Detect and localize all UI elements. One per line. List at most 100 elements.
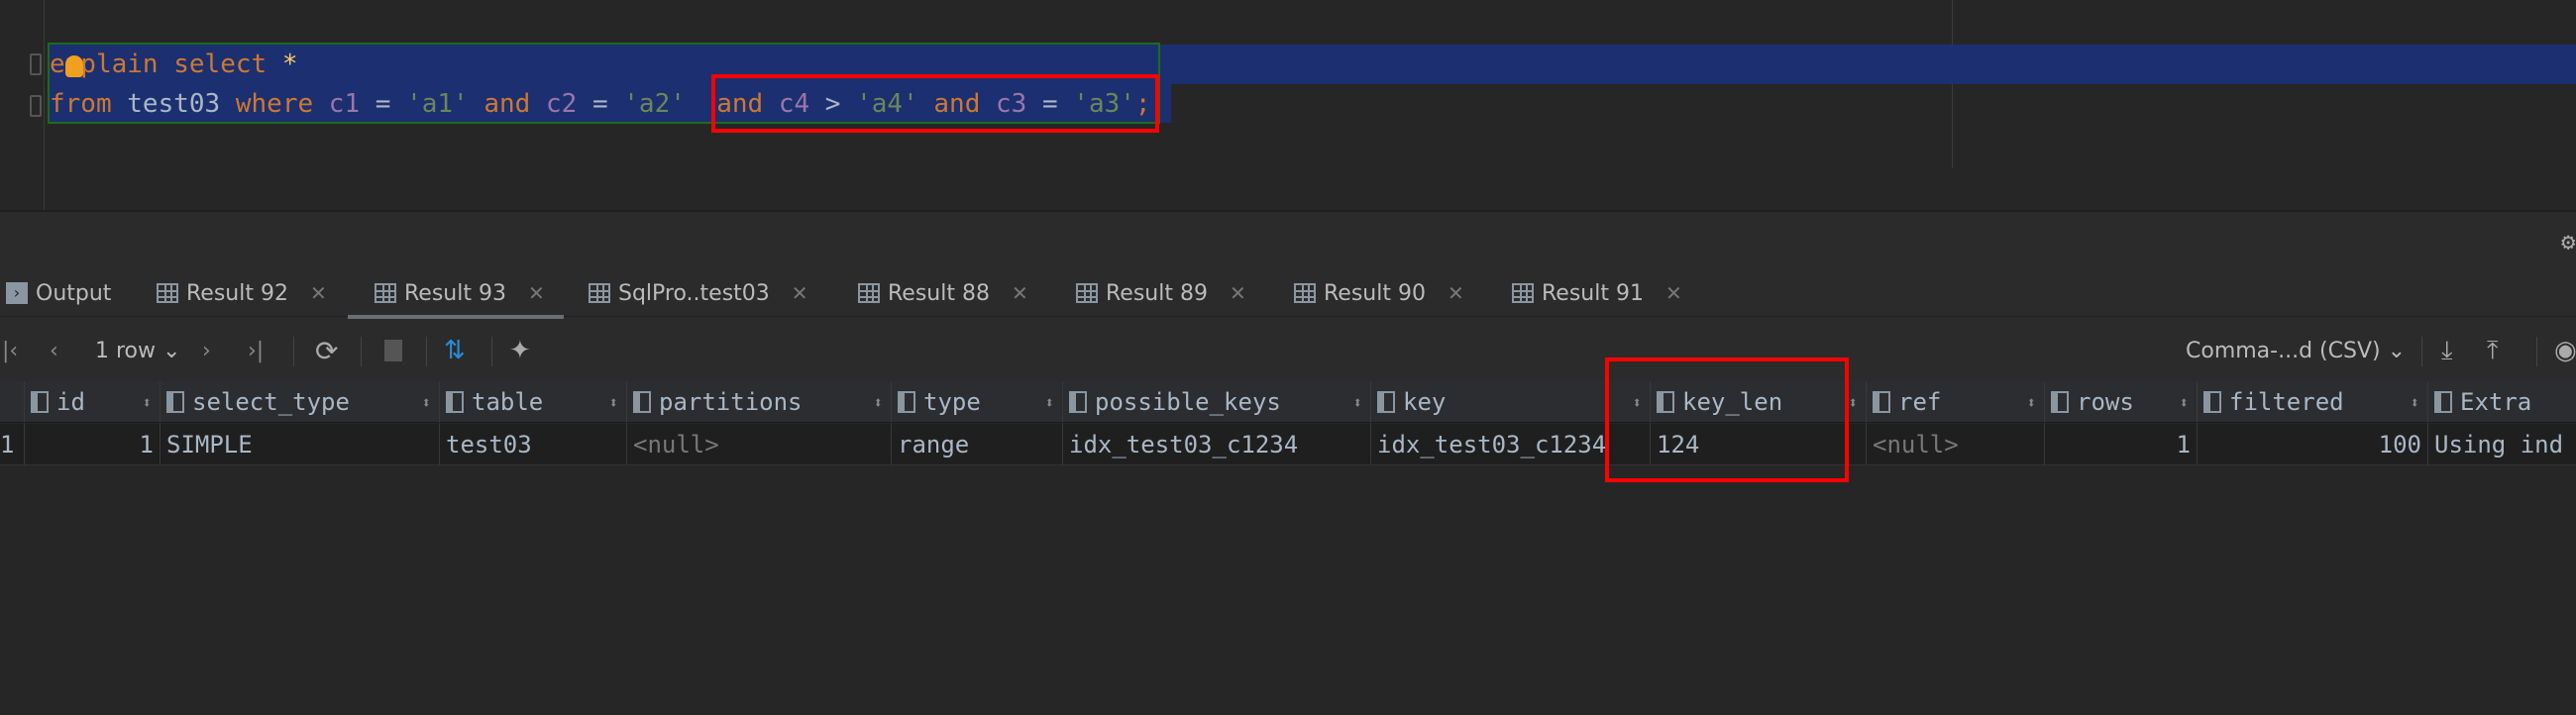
tab-result-91[interactable]: Result 91 ✕ [1512,269,1682,317]
column-label: key [1403,388,1447,416]
sort-icon[interactable]: ⬍ [873,393,883,412]
cell-table[interactable]: test03 [440,424,627,465]
tab-label: Result 89 [1106,280,1208,306]
cell-key-len[interactable]: 124 [1651,424,1867,465]
fold-icon[interactable] [30,53,42,75]
tab-result-93[interactable]: Result 93 ✕ [375,269,545,317]
view-icon[interactable]: ◉ [2554,335,2576,366]
row-count: 1 row [95,338,157,363]
column-header-filtered[interactable]: filtered ⬍ [2198,381,2428,423]
string: 'a1' [406,89,469,119]
close-icon[interactable]: ✕ [1012,281,1028,305]
intention-bulb-icon[interactable] [65,55,83,77]
row-number[interactable]: 1 [0,424,25,465]
first-page-icon[interactable]: |‹ [2,335,18,366]
separator [361,337,362,366]
sort-icon[interactable]: ⬍ [608,393,618,412]
tab-result-89[interactable]: Result 89 ✕ [1076,269,1246,317]
tab-result-88[interactable]: Result 88 ✕ [858,269,1028,317]
transaction-mode-icon[interactable]: ⇅ [444,335,466,366]
column-header-extra[interactable]: Extra [2428,381,2576,423]
export-format-dropdown[interactable]: Comma-...d (CSV) ⌄ [2186,335,2406,366]
prev-page-icon[interactable]: ‹ [50,335,58,366]
column-label: Extra [2460,388,2532,416]
operator: = [591,89,608,119]
tab-sqlpro-test03[interactable]: SqlPro..test03 ✕ [589,269,808,317]
close-icon[interactable]: ✕ [310,281,327,305]
column-label: possible_keys [1095,388,1281,416]
column-label: id [56,388,85,416]
column-icon [446,391,464,413]
sort-icon[interactable]: ⬍ [2026,393,2036,412]
sort-icon[interactable]: ⬍ [142,393,152,412]
cell-ref[interactable]: <null> [1867,424,2045,465]
tab-result-92[interactable]: Result 92 ✕ [157,269,327,317]
download-icon[interactable]: ⤓ [2441,335,2453,366]
panel-divider[interactable] [0,210,2576,212]
cell-extra[interactable]: Using ind [2428,424,2576,465]
result-tabs: › Output Result 92 ✕ Result 93 ✕ SqlPro..te… [0,269,2576,317]
tab-label: Result 91 [1542,280,1644,306]
keyword: from [50,89,112,119]
sort-icon[interactable]: ⬍ [421,393,431,412]
operator: = [375,89,391,119]
cell-id[interactable]: 1 [25,424,161,465]
sort-icon[interactable]: ⬍ [1848,393,1858,412]
stop-icon[interactable] [384,335,402,366]
close-icon[interactable]: ✕ [792,281,808,305]
column-header-select-type[interactable]: select_type ⬍ [161,381,440,423]
column-header-partitions[interactable]: partitions ⬍ [627,381,892,423]
table-icon [1076,283,1098,303]
column-icon [1069,391,1087,413]
close-icon[interactable]: ✕ [1448,281,1464,305]
fold-icon[interactable] [30,95,42,117]
sort-icon[interactable]: ⬍ [2410,393,2419,412]
cell-possible-keys[interactable]: idx_test03_c1234 [1063,424,1371,465]
tab-label: Result 92 [186,280,288,306]
sql-editor[interactable]: explain select * from test03 where c1 = … [0,0,2576,210]
cell-partitions[interactable]: <null> [627,424,892,465]
cell-filtered[interactable]: 100 [2198,424,2428,465]
tab-label: Result 90 [1324,280,1426,306]
column-header-ref[interactable]: ref ⬍ [1867,381,2045,423]
column-header-possible-keys[interactable]: possible_keys ⬍ [1063,381,1371,423]
code-line-1: explain select * [50,45,297,84]
cell-key[interactable]: idx_test03_c1234 [1371,424,1651,465]
table-row[interactable]: 1 1 SIMPLE test03 <null> range idx_test0… [0,424,2576,465]
row-count-dropdown[interactable]: 1 row ⌄ [95,335,180,366]
column-icon [31,391,49,413]
sort-icon[interactable]: ⬍ [1044,393,1054,412]
cell-select-type[interactable]: SIMPLE [161,424,440,465]
column-header-key-len[interactable]: key_len ⬍ [1651,381,1867,423]
refresh-icon[interactable]: ⟳ [315,335,338,367]
gutter-divider [44,0,45,210]
column-icon [1873,391,1890,413]
column-header-key[interactable]: key ⬍ [1371,381,1651,423]
column-label: table [472,388,544,416]
gear-icon[interactable]: ⚙ [2561,228,2575,255]
table-icon [375,283,396,303]
last-page-icon[interactable]: ›| [248,335,264,366]
sort-icon[interactable]: ⬍ [2179,393,2189,412]
column-header-rows[interactable]: rows ⬍ [2045,381,2198,423]
column-header-table[interactable]: table ⬍ [440,381,627,423]
cell-type[interactable]: range [892,424,1063,465]
tab-result-90[interactable]: Result 90 ✕ [1294,269,1464,317]
cell-rows[interactable]: 1 [2045,424,2198,465]
result-toolbar: |‹ ‹ 1 row ⌄ › ›| ⟳ ⇅ ✦ Comma-...d (CSV)… [0,327,2576,374]
column-header-type[interactable]: type ⬍ [892,381,1063,423]
code-line-2: from test03 where c1 = 'a1' and c2 = 'a2… [50,84,1151,124]
operator: = [1041,89,1058,119]
next-page-icon[interactable]: › [202,335,211,366]
table-icon [589,283,610,303]
pin-icon[interactable]: ✦ [509,335,531,366]
column-header-id[interactable]: id ⬍ [25,381,161,423]
table-icon [858,283,880,303]
close-icon[interactable]: ✕ [1665,281,1682,305]
sort-icon[interactable]: ⬍ [1352,393,1362,412]
close-icon[interactable]: ✕ [1230,281,1246,305]
upload-icon[interactable]: ⤒ [2487,335,2499,366]
close-icon[interactable]: ✕ [528,281,545,305]
tab-output[interactable]: › Output [6,269,111,317]
sort-icon[interactable]: ⬍ [1632,393,1642,412]
